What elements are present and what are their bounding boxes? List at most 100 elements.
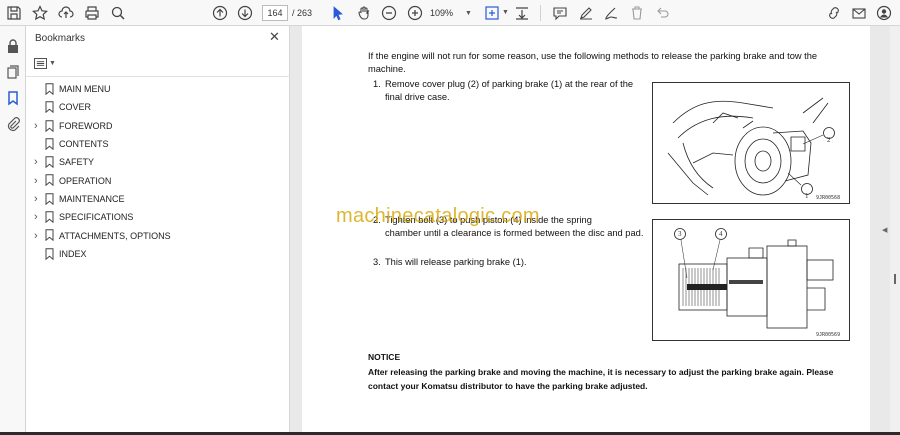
bookmark-label: MAIN MENU — [59, 84, 111, 95]
bookmark-item[interactable]: › SPECIFICATIONS — [26, 208, 290, 226]
vertical-scrollbar[interactable] — [890, 26, 900, 435]
bookmark-label: SPECIFICATIONS — [59, 212, 134, 223]
next-page-icon[interactable] — [235, 3, 255, 23]
bookmark-icon — [45, 247, 54, 260]
bookmark-label: INDEX — [59, 248, 87, 259]
list-options-icon — [34, 57, 47, 69]
bookmark-icon — [45, 156, 54, 169]
figure-brake-cover-plug: 2 1 9JR00568 — [652, 82, 850, 204]
chevron-right-icon[interactable]: › — [34, 175, 42, 187]
watermark: machinecatalogic.com — [336, 205, 540, 227]
toolbar-divider — [540, 5, 541, 21]
zoom-value: 109% — [430, 8, 454, 18]
step-text-line: Remove cover plug (2) of parking brake (… — [385, 79, 634, 89]
edit-link-icon[interactable] — [824, 3, 844, 23]
previous-page-icon[interactable] — [210, 3, 230, 23]
zoom-in-icon[interactable] — [405, 3, 425, 23]
document-viewport: If the engine will not run for some reas… — [290, 26, 890, 435]
panel-divider — [26, 76, 290, 77]
brake-drawing-2 — [674, 228, 834, 329]
panel-title: Bookmarks — [35, 33, 86, 44]
chevron-right-icon[interactable]: › — [34, 120, 42, 132]
bookmarks-panel: Bookmarks ✕ ▼ MAIN MENU COVER › FOREWORD CON… — [26, 26, 290, 435]
bookmark-panel-icon[interactable] — [5, 90, 21, 106]
bookmark-item[interactable]: COVER — [26, 98, 290, 116]
attachment-icon[interactable] — [5, 116, 21, 132]
fit-dropdown-icon[interactable]: ▼ — [502, 9, 509, 16]
chevron-right-icon[interactable]: › — [34, 211, 42, 223]
bookmark-icon — [45, 174, 54, 187]
chevron-right-icon[interactable]: › — [34, 156, 42, 168]
page-number-input[interactable]: 164 — [262, 5, 288, 21]
mail-icon[interactable] — [849, 3, 869, 23]
scroll-thumb[interactable] — [894, 274, 896, 284]
zoom-select[interactable]: 109% ▼ — [430, 5, 472, 21]
figure-code: 9JR00569 — [816, 332, 841, 338]
step-number: 1. — [373, 79, 381, 89]
pages-thumbnail-icon[interactable] — [5, 64, 21, 80]
bookmark-icon — [45, 101, 54, 114]
fit-page-icon[interactable] — [482, 3, 502, 23]
print-icon[interactable] — [82, 3, 102, 23]
bookmark-label: COVER — [59, 102, 92, 113]
undo-icon[interactable] — [653, 3, 673, 23]
star-icon[interactable] — [30, 3, 50, 23]
bookmark-list: MAIN MENU COVER › FOREWORD CONTENTS › SAFETY › O… — [26, 80, 290, 263]
bookmark-label: ATTACHMENTS, OPTIONS — [59, 230, 171, 241]
bookmark-label: OPERATION — [59, 175, 112, 186]
comment-icon[interactable] — [550, 3, 570, 23]
chevron-right-icon[interactable]: › — [34, 230, 42, 242]
step-text-line: chamber until a clearance is formed betw… — [385, 228, 644, 238]
zoom-out-icon[interactable] — [379, 3, 399, 23]
bookmark-icon — [45, 211, 54, 224]
bookmark-icon — [45, 193, 54, 205]
callout-label: 1 — [805, 192, 809, 200]
bookmark-item[interactable]: › SAFETY — [26, 153, 290, 171]
bookmark-icon — [45, 229, 54, 242]
figure-brake-section: 3 4 9JR00569 — [652, 219, 850, 341]
step-text: This will release parking brake (1). — [385, 257, 527, 267]
draw-icon[interactable] — [601, 3, 621, 23]
pdf-page: If the engine will not run for some reas… — [302, 26, 870, 435]
step-number: 3. — [373, 257, 381, 267]
lock-icon[interactable] — [5, 38, 21, 54]
chevron-right-icon[interactable]: › — [34, 193, 42, 205]
hand-tool-icon[interactable] — [354, 3, 374, 23]
bookmark-item[interactable]: › FOREWORD — [26, 117, 290, 135]
collapse-right-panel-handle[interactable]: ◀ — [882, 226, 887, 234]
account-icon[interactable] — [874, 3, 894, 23]
bookmark-item[interactable]: › MAINTENANCE — [26, 190, 290, 208]
highlight-pen-icon[interactable] — [576, 3, 596, 23]
step-3: 3. This will release parking brake (1). — [373, 256, 633, 270]
notice-body: After releasing the parking brake and mo… — [368, 367, 834, 391]
step-text-line: final drive case. — [385, 92, 450, 102]
bookmark-icon — [45, 83, 54, 95]
bookmark-label: MAINTENANCE — [59, 193, 125, 204]
scroll-mode-icon[interactable] — [512, 3, 532, 23]
bookmark-item[interactable]: MAIN MENU — [26, 80, 290, 98]
select-cursor-icon[interactable] — [328, 3, 348, 23]
save-icon[interactable] — [4, 3, 24, 23]
toolbar: 164 / 263 109% ▼ ▼ — [0, 0, 900, 26]
bookmark-options-button[interactable]: ▼ — [34, 56, 56, 70]
callout-label: 2 — [827, 136, 831, 144]
intro-paragraph: If the engine will not run for some reas… — [368, 51, 818, 74]
page-total: / 263 — [292, 8, 313, 18]
bookmark-icon — [45, 119, 54, 132]
notice-heading: NOTICE — [368, 352, 401, 362]
bookmark-item[interactable]: › OPERATION — [26, 171, 290, 189]
bookmark-label: SAFETY — [59, 157, 95, 168]
bookmark-label: CONTENTS — [59, 139, 109, 150]
chevron-down-icon: ▼ — [465, 9, 472, 17]
search-icon[interactable] — [108, 3, 128, 23]
bookmark-item[interactable]: INDEX — [26, 245, 290, 263]
callout-label: 3 — [678, 230, 682, 238]
close-icon[interactable]: ✕ — [269, 30, 281, 43]
chevron-down-icon: ▼ — [49, 59, 56, 67]
step-1: 1. Remove cover plug (2) of parking brak… — [373, 78, 653, 104]
bookmark-item[interactable]: CONTENTS — [26, 135, 290, 153]
bookmark-item[interactable]: › ATTACHMENTS, OPTIONS — [26, 226, 290, 244]
upload-cloud-icon[interactable] — [56, 3, 76, 23]
brake-drawing-1 — [667, 97, 835, 196]
delete-icon[interactable] — [627, 3, 647, 23]
